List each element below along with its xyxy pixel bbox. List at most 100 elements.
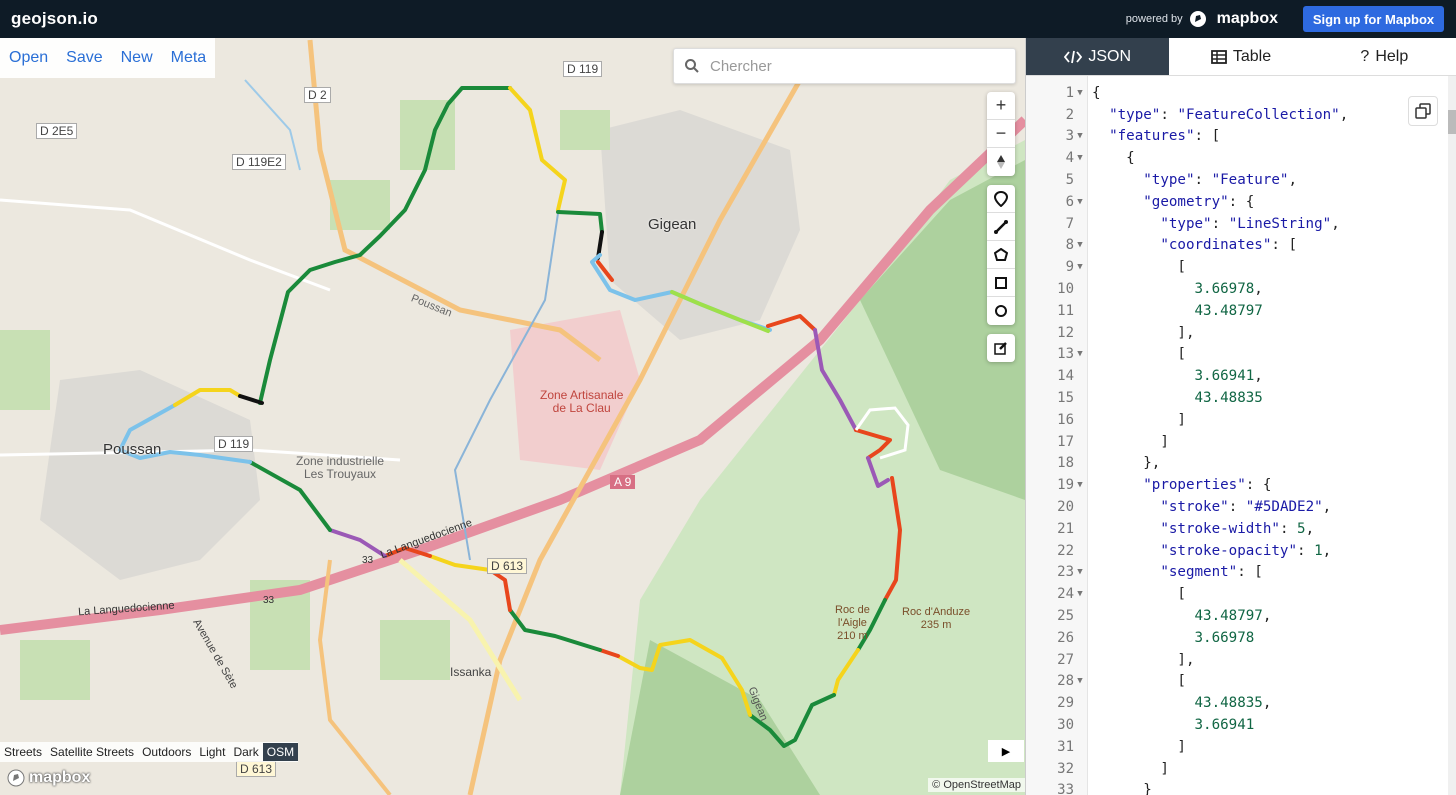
fold-toggle-icon[interactable]: ▼ xyxy=(1074,480,1086,490)
fold-toggle-icon[interactable]: ▼ xyxy=(1074,567,1086,577)
code-line[interactable]: 2 "type": "FeatureCollection", xyxy=(1026,104,1349,126)
code-line[interactable]: 30 3.66941 xyxy=(1026,714,1254,736)
app-title[interactable]: geojson.io xyxy=(11,9,98,29)
search-box[interactable]: Chercher xyxy=(673,48,1016,84)
signup-button[interactable]: Sign up for Mapbox xyxy=(1303,6,1444,32)
code-line[interactable]: 23 ▼ "segment": [ xyxy=(1026,562,1263,584)
mapbox-wordmark: mapbox xyxy=(1216,10,1278,27)
line-number: 33 xyxy=(1057,782,1074,795)
menu-open[interactable]: Open xyxy=(0,49,57,67)
fold-toggle-icon[interactable]: ▼ xyxy=(1074,131,1086,141)
code-line[interactable]: 3 ▼ "features": [ xyxy=(1026,126,1221,148)
code-line[interactable]: 16 ] xyxy=(1026,409,1186,431)
draw-line-button[interactable] xyxy=(987,213,1015,241)
code-line[interactable]: 27 ], xyxy=(1026,649,1194,671)
code-line[interactable]: 13 ▼ [ xyxy=(1026,344,1186,366)
edit-button[interactable] xyxy=(987,334,1015,362)
draw-marker-button[interactable] xyxy=(987,185,1015,213)
code-line[interactable]: 24 ▼ [ xyxy=(1026,583,1186,605)
zoom-controls: + − xyxy=(987,92,1015,176)
code-icon xyxy=(1064,50,1083,63)
tab-help[interactable]: ? Help xyxy=(1313,38,1456,75)
draw-controls xyxy=(987,185,1015,325)
line-number: 3 xyxy=(1065,128,1074,145)
compass-button[interactable] xyxy=(987,148,1015,176)
code-line[interactable]: 33 } xyxy=(1026,780,1152,795)
style-osm[interactable]: OSM xyxy=(262,743,299,761)
fold-toggle-icon[interactable]: ▼ xyxy=(1074,262,1086,272)
code-line[interactable]: 9 ▼ [ xyxy=(1026,256,1186,278)
line-number: 29 xyxy=(1057,695,1074,712)
code-line[interactable]: 1 ▼ { xyxy=(1026,82,1101,104)
code-line[interactable]: 12 ], xyxy=(1026,322,1194,344)
code-line[interactable]: 22 "stroke-opacity": 1, xyxy=(1026,540,1331,562)
code-line[interactable]: 11 43.48797 xyxy=(1026,300,1263,322)
code-line[interactable]: 17 ] xyxy=(1026,431,1169,453)
code-text: "type": "FeatureCollection", xyxy=(1109,106,1349,123)
code-line[interactable]: 7 "type": "LineString", xyxy=(1026,213,1340,235)
draw-rectangle-button[interactable] xyxy=(987,269,1015,297)
line-number: 24 xyxy=(1057,586,1074,603)
code-line[interactable]: 26 3.66978 xyxy=(1026,627,1254,649)
tab-table[interactable]: Table xyxy=(1169,38,1312,75)
fold-toggle-icon[interactable]: ▼ xyxy=(1074,589,1086,599)
code-line[interactable]: 19 ▼ "properties": { xyxy=(1026,474,1271,496)
draw-circle-button[interactable] xyxy=(987,297,1015,325)
style-dark[interactable]: Dark xyxy=(229,743,262,761)
code-text: "stroke": "#5DADE2", xyxy=(1160,499,1332,516)
marker-icon xyxy=(994,190,1008,207)
style-light[interactable]: Light xyxy=(195,743,229,761)
fold-toggle-icon[interactable]: ▼ xyxy=(1074,153,1086,163)
menu-new[interactable]: New xyxy=(112,49,162,67)
draw-polygon-button[interactable] xyxy=(987,241,1015,269)
menu-meta[interactable]: Meta xyxy=(162,49,216,67)
code-line[interactable]: 5 "type": "Feature", xyxy=(1026,169,1297,191)
menu-save[interactable]: Save xyxy=(57,49,111,67)
json-editor[interactable]: 1 ▼{2 "type": "FeatureCollection", 3 ▼ "fea… xyxy=(1026,76,1456,795)
label-d2e5: D 2E5 xyxy=(36,123,78,139)
attribution[interactable]: © OpenStreetMap xyxy=(928,778,1025,792)
scrollbar-thumb[interactable] xyxy=(1448,110,1456,134)
tab-json-label: JSON xyxy=(1088,47,1131,65)
code-line[interactable]: 29 43.48835, xyxy=(1026,692,1271,714)
code-line[interactable]: 21 "stroke-width": 5, xyxy=(1026,518,1314,540)
code-text: 43.48835, xyxy=(1194,695,1272,712)
code-line[interactable]: 31 ] xyxy=(1026,736,1186,758)
zoom-out-button[interactable]: − xyxy=(987,120,1015,148)
style-satellite-streets[interactable]: Satellite Streets xyxy=(46,743,138,761)
label-d119: D 119 xyxy=(214,436,254,452)
search-input[interactable]: Chercher xyxy=(710,58,772,75)
copy-button[interactable] xyxy=(1408,96,1438,126)
mapbox-logo[interactable]: mapbox xyxy=(1189,10,1278,28)
code-text: 43.48835 xyxy=(1194,390,1263,407)
code-line[interactable]: 14 3.66941, xyxy=(1026,365,1263,387)
code-text: "stroke-width": 5, xyxy=(1160,520,1315,537)
code-line[interactable]: 15 43.48835 xyxy=(1026,387,1263,409)
mapbox-watermark[interactable]: mapbox xyxy=(6,768,90,788)
fold-toggle-icon[interactable]: ▼ xyxy=(1074,197,1086,207)
style-streets[interactable]: Streets xyxy=(0,743,46,761)
code-line[interactable]: 4 ▼ { xyxy=(1026,147,1135,169)
fold-toggle-icon[interactable]: ▼ xyxy=(1074,676,1086,686)
fold-toggle-icon[interactable]: ▼ xyxy=(1074,240,1086,250)
editor-scrollbar[interactable] xyxy=(1448,76,1456,795)
code-text: "type": "Feature", xyxy=(1143,172,1298,189)
code-text: 3.66978, xyxy=(1194,281,1263,298)
line-number: 22 xyxy=(1057,542,1074,559)
line-number: 13 xyxy=(1057,346,1074,363)
code-line[interactable]: 25 43.48797, xyxy=(1026,605,1271,627)
map-canvas[interactable]: D 119 D 2 D 2E5 D 119E2 D 119 Gigean Pou… xyxy=(0,38,1025,795)
code-line[interactable]: 32 ] xyxy=(1026,758,1169,780)
code-line[interactable]: 18 }, xyxy=(1026,453,1160,475)
zoom-in-button[interactable]: + xyxy=(987,92,1015,120)
tab-json[interactable]: JSON xyxy=(1026,38,1170,75)
code-line[interactable]: 20 "stroke": "#5DADE2", xyxy=(1026,496,1331,518)
style-outdoors[interactable]: Outdoors xyxy=(138,743,195,761)
fold-toggle-icon[interactable]: ▼ xyxy=(1074,349,1086,359)
collapse-panel-button[interactable]: ▶ xyxy=(988,740,1024,762)
code-line[interactable]: 6 ▼ "geometry": { xyxy=(1026,191,1255,213)
fold-toggle-icon[interactable]: ▼ xyxy=(1074,88,1086,98)
code-line[interactable]: 28 ▼ [ xyxy=(1026,671,1186,693)
code-line[interactable]: 10 3.66978, xyxy=(1026,278,1263,300)
code-line[interactable]: 8 ▼ "coordinates": [ xyxy=(1026,235,1297,257)
